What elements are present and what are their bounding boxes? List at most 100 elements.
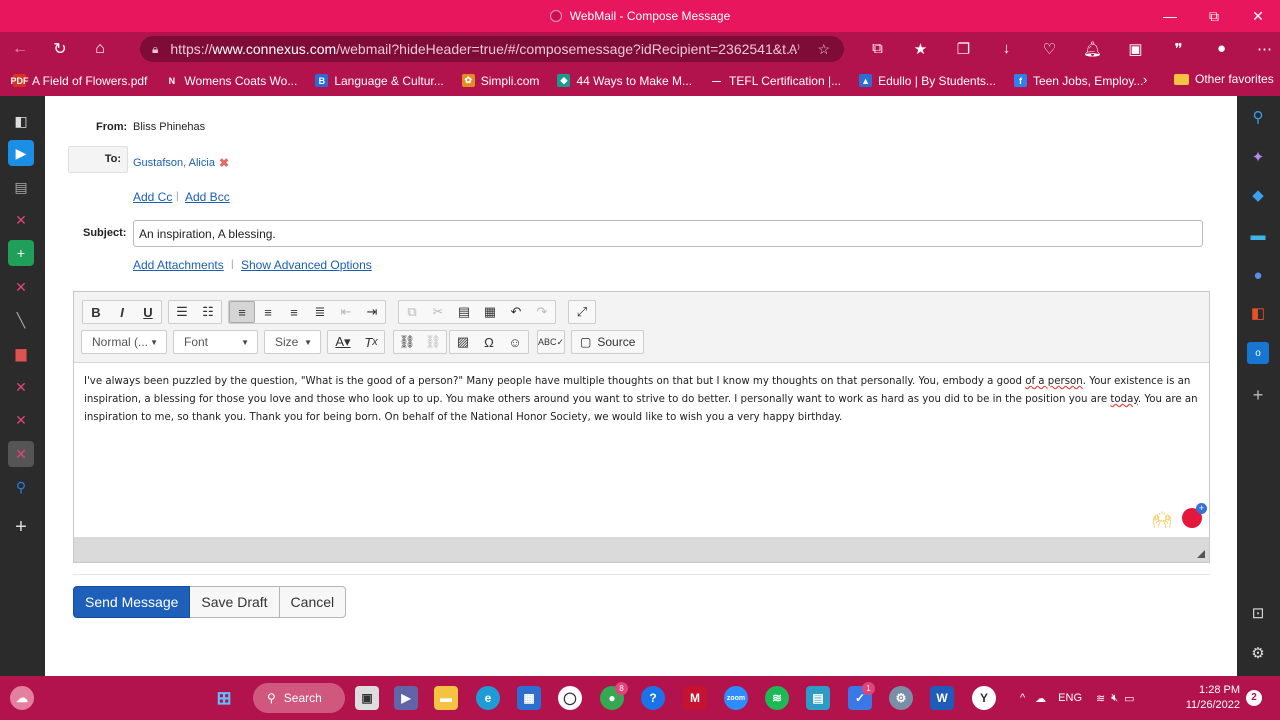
extensions-icon[interactable]: ⧉ — [856, 40, 899, 57]
text-color-icon[interactable]: A▾ — [328, 331, 358, 353]
favorites-overflow-chevron-icon[interactable]: › — [1143, 72, 1147, 87]
favorite-item[interactable]: ◆ 44 Ways to Make M... — [548, 74, 701, 88]
favorite-item[interactable]: ✿ Simpli.com — [453, 74, 549, 88]
link-icon[interactable]: ⛓ — [394, 331, 420, 353]
onedrive-cloud-icon[interactable]: ☁ — [1035, 692, 1046, 705]
weather-icon[interactable]: ☁ — [10, 686, 34, 710]
vertical-tab-active-icon[interactable]: ✕ — [8, 441, 34, 467]
paste-icon[interactable]: ▤ — [451, 301, 477, 323]
favorite-item[interactable]: N Womens Coats Wo... — [156, 74, 306, 88]
settings-gear-icon[interactable]: ⚙ — [889, 686, 913, 710]
image-icon[interactable]: ▨ — [450, 331, 476, 353]
language-indicator[interactable]: ENG — [1058, 692, 1082, 704]
word-icon[interactable]: W — [930, 686, 954, 710]
redo-icon[interactable]: ↷ — [529, 301, 555, 323]
vertical-tab-doc-icon[interactable]: ▤ — [8, 174, 34, 200]
add-bcc-link[interactable]: Add Bcc — [185, 190, 230, 204]
mcafee-icon[interactable]: M — [683, 686, 707, 710]
other-favorites[interactable]: Other favorites — [1174, 72, 1274, 86]
favorite-item[interactable]: f Teen Jobs, Employ... — [1005, 74, 1153, 88]
undo-icon[interactable]: ↶ — [503, 301, 529, 323]
grammarly-icon[interactable]: + — [1182, 503, 1207, 528]
copy-icon[interactable]: ⧉ — [399, 301, 425, 323]
battery-icon[interactable]: ▭ — [1124, 692, 1134, 705]
screenshot-icon[interactable]: ▣ — [1114, 40, 1157, 58]
help-icon[interactable]: ? — [641, 686, 665, 710]
align-center-icon[interactable]: ≡ — [255, 301, 281, 323]
task-view-icon[interactable]: ▣ — [355, 686, 379, 710]
more-menu-icon[interactable]: ⋯ — [1243, 40, 1280, 58]
align-left-icon[interactable]: ≡ — [229, 301, 255, 323]
favorite-item[interactable]: PDF A Field of Flowers.pdf — [4, 74, 156, 88]
windows-start-icon[interactable]: ⊞ — [212, 686, 236, 710]
format-combo[interactable]: Normal (... ▼ — [81, 330, 167, 354]
teams-icon[interactable]: ▶ — [394, 686, 418, 710]
tools-icon[interactable]: ▬ — [1247, 224, 1269, 246]
source-button[interactable]: ▢ Source — [571, 330, 645, 354]
vertical-tab-print-icon[interactable]: ▆ — [8, 340, 34, 366]
vertical-tab-connexus-icon-3[interactable]: ✕ — [8, 374, 34, 400]
read-aloud-icon[interactable]: A⁾ — [789, 42, 800, 56]
microsoft-store-icon[interactable]: ▦ — [517, 686, 541, 710]
copilot-sparkle-icon[interactable]: ✦ — [1247, 146, 1269, 168]
outlook-icon[interactable]: o — [1247, 342, 1269, 364]
maximize-button[interactable]: ⧉ — [1192, 0, 1236, 32]
hide-sidebar-icon[interactable]: ⊡ — [1247, 602, 1269, 624]
spotify-icon[interactable]: ≋ — [765, 686, 789, 710]
notification-count-badge[interactable]: 2 — [1246, 690, 1262, 706]
bold-button[interactable]: B — [83, 301, 109, 323]
zoom-icon[interactable]: zoom — [724, 686, 748, 710]
refresh-icon[interactable]: ↻ — [40, 32, 80, 65]
add-attachments-link[interactable]: Add Attachments — [133, 258, 224, 272]
profile-avatar-icon[interactable]: ● — [1200, 40, 1243, 57]
favorite-item[interactable]: — TEFL Certification |... — [701, 74, 850, 88]
indent-icon[interactable]: ⇥ — [359, 301, 385, 323]
outdent-icon[interactable]: ⇤ — [333, 301, 359, 323]
edge-browser-icon[interactable]: e — [476, 686, 500, 710]
align-right-icon[interactable]: ≡ — [281, 301, 307, 323]
taskbar-search[interactable]: ⚲ Search — [253, 683, 345, 713]
vertical-tab-connexus-icon-4[interactable]: ✕ — [8, 407, 34, 433]
align-justify-icon[interactable]: ≣ — [307, 301, 333, 323]
to-button[interactable]: To: — [68, 146, 128, 173]
tray-chevron-up-icon[interactable]: ^ — [1020, 692, 1025, 704]
minimize-button[interactable]: — — [1148, 0, 1192, 32]
remove-recipient-icon[interactable]: ✖ — [219, 156, 229, 170]
quote-icon[interactable]: ❞ — [1157, 40, 1200, 58]
search-icon[interactable]: ⚲ — [1247, 106, 1269, 128]
favorite-item[interactable]: ▲ Edullo | By Students... — [850, 74, 1005, 88]
send-message-button[interactable]: Send Message — [73, 586, 191, 618]
add-favorite-icon[interactable]: ☆ — [817, 41, 830, 58]
message-body[interactable]: I've always been puzzled by the question… — [74, 363, 1209, 537]
tab-actions-icon[interactable]: ◧ — [8, 108, 34, 134]
file-explorer-icon[interactable]: ▬ — [434, 686, 458, 710]
app-circle-icon[interactable]: ◯ — [558, 686, 582, 710]
office-icon[interactable]: ◧ — [1247, 302, 1269, 324]
url-field[interactable]: 🔒︎ https://www.connexus.com/webmail?hide… — [140, 36, 844, 62]
vertical-tab-connexus-icon-2[interactable]: ✕ — [8, 274, 34, 300]
browser-essentials-icon[interactable]: ♡ — [1028, 40, 1071, 58]
underline-button[interactable]: U — [135, 301, 161, 323]
games-icon[interactable]: ● — [1247, 264, 1269, 286]
subject-input[interactable]: An inspiration, A blessing. — [133, 220, 1203, 247]
shopping-tag-icon[interactable]: ◆ — [1247, 184, 1269, 206]
unlink-icon[interactable]: ⛓ — [420, 331, 446, 353]
vertical-tab-connexus-icon[interactable]: ✕ — [8, 207, 34, 233]
wifi-icon[interactable]: ≋ — [1096, 692, 1105, 705]
home-icon[interactable]: ⌂ — [80, 32, 120, 65]
paste-text-icon[interactable]: ▦ — [477, 301, 503, 323]
add-sidebar-app-icon[interactable]: + — [1247, 384, 1269, 406]
notifications-bell-icon[interactable]: 🔔︎ — [1071, 40, 1114, 58]
app-y-icon[interactable]: Y — [972, 686, 996, 710]
italic-button[interactable]: I — [109, 301, 135, 323]
font-combo[interactable]: Font ▼ — [173, 330, 258, 354]
vertical-tab-sheets-icon[interactable]: + — [8, 240, 34, 266]
favorite-item[interactable]: B Language & Cultur... — [306, 74, 452, 88]
new-tab-plus-icon[interactable]: + — [8, 514, 34, 540]
special-char-icon[interactable]: Ω — [476, 331, 502, 353]
raised-hands-emoji-icon[interactable]: 🙌︎ — [1152, 510, 1172, 530]
close-window-button[interactable]: ✕ — [1236, 0, 1280, 32]
vertical-tab-search-icon[interactable]: ⚲ — [8, 474, 34, 500]
save-draft-button[interactable]: Save Draft — [190, 586, 280, 618]
favorites-icon[interactable]: ★ — [899, 40, 942, 58]
